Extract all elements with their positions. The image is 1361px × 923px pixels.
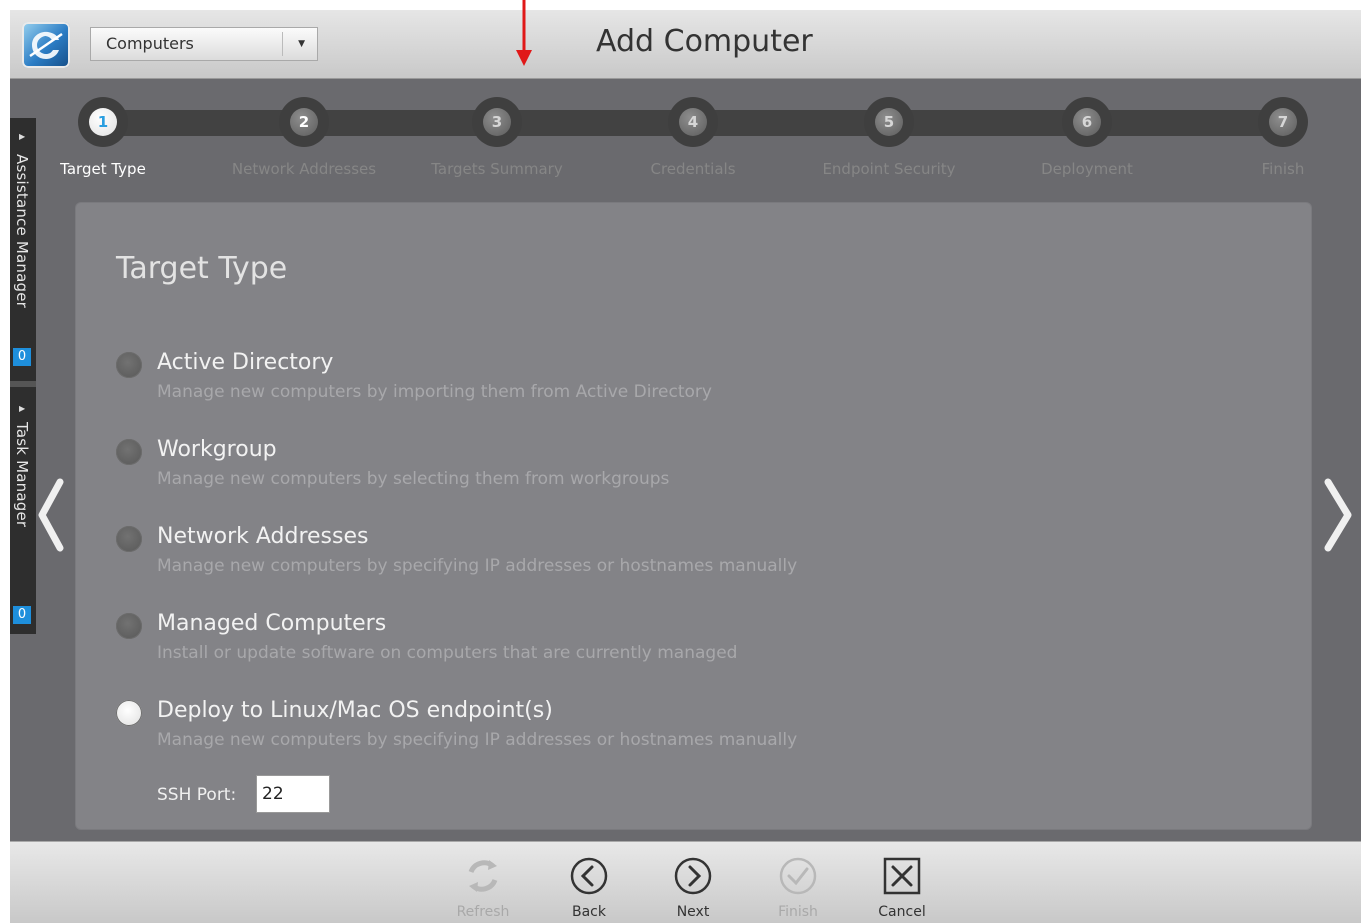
finish-label: Finish [778, 904, 818, 920]
step-7-label[interactable]: Finish [1183, 160, 1361, 178]
step-4-circle[interactable]: 4 [668, 97, 718, 147]
option-title: Deploy to Linux/Mac OS endpoint(s) [157, 698, 553, 723]
back-label: Back [572, 904, 606, 920]
app-logo-icon[interactable] [22, 22, 70, 68]
step-6-circle[interactable]: 6 [1062, 97, 1112, 147]
step-1-label[interactable]: Target Type [10, 160, 203, 178]
previous-arrow-icon[interactable] [36, 478, 66, 552]
back-icon [570, 857, 608, 895]
close-icon [883, 857, 921, 895]
side-divider [10, 381, 36, 387]
panel-title: Target Type [116, 251, 288, 286]
header-bar: Computers ▼ Add Computer [10, 10, 1361, 79]
target-type-panel: Target Type Active Directory Manage new c… [76, 203, 1311, 829]
next-icon [674, 857, 712, 895]
radio-button[interactable] [116, 526, 142, 552]
finish-button[interactable]: Finish [758, 856, 838, 920]
step-number: 2 [290, 108, 318, 136]
option-description: Manage new computers by selecting them f… [157, 469, 670, 489]
next-label: Next [676, 904, 710, 920]
view-dropdown[interactable]: Computers ▼ [90, 27, 318, 61]
app-window: Computers ▼ Add Computer ▶ Assistance Ma… [10, 10, 1361, 923]
ssh-port-input[interactable] [256, 775, 330, 813]
option-title: Network Addresses [157, 524, 369, 549]
step-3-circle[interactable]: 3 [472, 97, 522, 147]
option-description: Manage new computers by specifying IP ad… [157, 556, 798, 576]
expand-arrow-icon: ▶ [19, 404, 26, 413]
step-1-circle[interactable]: 1 [78, 97, 128, 147]
option-title: Workgroup [157, 437, 277, 462]
ssh-port-label: SSH Port: [157, 785, 237, 805]
task-count-badge: 0 [13, 606, 31, 624]
option-title: Active Directory [157, 350, 334, 375]
refresh-button[interactable]: Refresh [443, 856, 523, 920]
step-3-label[interactable]: Targets Summary [397, 160, 597, 178]
radio-button[interactable] [116, 613, 142, 639]
next-arrow-icon[interactable] [1322, 478, 1356, 552]
chevron-down-icon[interactable]: ▼ [298, 28, 305, 60]
step-number: 3 [483, 108, 511, 136]
radio-button[interactable] [116, 352, 142, 378]
assistance-manager-tab[interactable]: ▶ Assistance Manager 0 [10, 118, 36, 380]
check-icon [779, 857, 817, 895]
refresh-label: Refresh [456, 904, 510, 920]
step-number: 1 [89, 108, 117, 136]
radio-button[interactable] [116, 439, 142, 465]
bottom-toolbar: Refresh Back Next Finish Cancel [10, 841, 1361, 923]
step-6-label[interactable]: Deployment [987, 160, 1187, 178]
step-4-label[interactable]: Credentials [593, 160, 793, 178]
option-title: Managed Computers [157, 611, 387, 636]
step-2-circle[interactable]: 2 [279, 97, 329, 147]
expand-arrow-icon: ▶ [19, 132, 26, 141]
option-description: Manage new computers by importing them f… [157, 382, 712, 402]
refresh-icon [468, 860, 498, 892]
step-5-label[interactable]: Endpoint Security [789, 160, 989, 178]
page-title: Add Computer [596, 24, 813, 59]
annotation-arrow-icon [516, 0, 532, 66]
assistance-count-badge: 0 [13, 348, 31, 366]
option-description: Install or update software on computers … [157, 643, 738, 663]
step-7-circle[interactable]: 7 [1258, 97, 1308, 147]
radio-button[interactable] [116, 700, 142, 726]
step-5-circle[interactable]: 5 [864, 97, 914, 147]
step-number: 6 [1073, 108, 1101, 136]
back-button[interactable]: Back [549, 856, 629, 920]
cancel-button[interactable]: Cancel [862, 856, 942, 920]
cancel-label: Cancel [878, 904, 926, 920]
step-2-label[interactable]: Network Addresses [204, 160, 404, 178]
step-number: 5 [875, 108, 903, 136]
next-button[interactable]: Next [653, 856, 733, 920]
view-dropdown-value: Computers [106, 34, 194, 53]
option-description: Manage new computers by specifying IP ad… [157, 730, 798, 750]
step-number: 4 [679, 108, 707, 136]
task-manager-tab[interactable]: ▶ Task Manager 0 [10, 388, 36, 634]
side-panel: ▶ Assistance Manager 0 ▶ Task Manager 0 [10, 118, 36, 634]
step-number: 7 [1269, 108, 1297, 136]
dropdown-separator [282, 32, 283, 56]
task-manager-label: Task Manager [13, 422, 31, 528]
